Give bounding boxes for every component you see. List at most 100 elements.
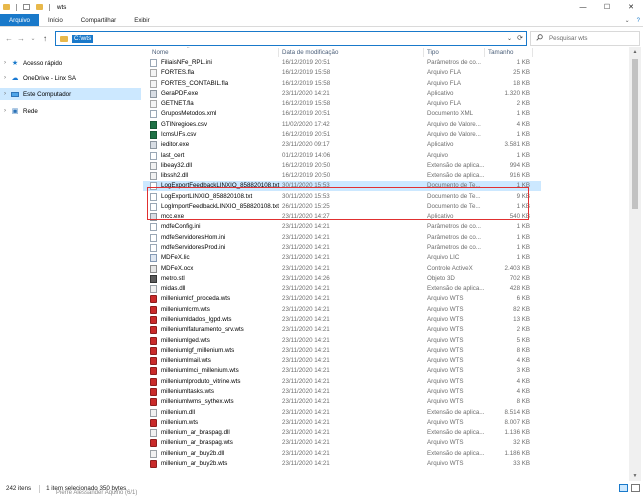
file-row[interactable]: metro.stl 23/11/2020 14:26 Objeto 3D 702 KB [143,274,541,284]
scroll-up-icon[interactable]: ▲ [629,47,641,57]
expand-ribbon-icon[interactable]: ⌄ [625,17,630,24]
nav-item-onedrive[interactable]: › ☁ OneDrive - Linx SA [0,72,141,84]
column-header-name[interactable]: Nome [152,49,169,56]
file-row[interactable]: libssh2.dll 16/12/2019 20:50 Extensão de a… [143,171,541,181]
file-row[interactable]: GeraPDF.exe 23/11/2020 14:21 Aplicativo 1.3… [143,89,541,99]
tab-compartilhar[interactable]: Compartilhar [72,14,125,26]
help-icon[interactable]: ? [637,18,640,24]
chevron-right-icon[interactable]: › [4,91,11,97]
file-row[interactable]: MDFeX.lic 23/11/2020 14:21 Arquivo LIC 1 KB [143,253,541,263]
file-date: 23/11/2020 14:27 [282,213,330,221]
nav-item-this-pc[interactable]: › Este Computador [0,88,141,100]
file-row[interactable]: millenium_ar_buy2b.wts 23/11/2020 14:21 Ar… [143,459,541,469]
vertical-scrollbar[interactable]: ▲ ▼ [629,47,641,481]
large-icons-view-icon[interactable] [631,484,640,492]
column-header-date[interactable]: Data de modificação [282,49,338,56]
folder-icon [3,4,10,10]
file-size: 1.320 KB [504,89,530,97]
column-header-size[interactable]: Tamanho [488,49,513,56]
file-row[interactable]: milleniumlwms_sythex.wts 23/11/2020 14:21… [143,397,541,407]
tab-exibir[interactable]: Exibir [125,14,158,26]
refresh-button[interactable]: ⟳ [517,34,523,42]
close-button[interactable]: ✕ [619,0,643,14]
scrollbar-thumb[interactable] [632,59,638,209]
file-row[interactable]: LogExportFeedbackLINXIO_858820108.txt 30/… [143,181,541,191]
separator [16,3,17,11]
column-divider[interactable] [484,48,485,57]
scroll-down-icon[interactable]: ▼ [629,471,641,481]
file-row[interactable]: milleniumlgf_millenium.wts 23/11/2020 14:… [143,346,541,356]
doc-file-icon [150,202,157,211]
file-row[interactable]: FORTES_CONTABIL.fla 16/12/2019 15:58 Arqui… [143,79,541,89]
wts-file-icon [150,367,157,376]
file-row[interactable]: milleniumlcf_proceda.wts 23/11/2020 14:21… [143,294,541,304]
file-type: Parâmetros de co... [427,244,481,252]
file-date: 23/11/2020 14:21 [282,285,330,293]
new-folder-icon[interactable] [36,4,43,10]
file-row[interactable]: mdfeServidoresHom.ini 23/11/2020 14:21 Par… [143,233,541,243]
nav-item-network[interactable]: › ▣ Rede [0,105,141,117]
address-bar[interactable]: C:\wts ⌄ ⟳ [55,31,527,46]
file-row[interactable]: millenium_ar_braspag.wts 23/11/2020 14:21… [143,438,541,448]
column-header-type[interactable]: Tipo [427,49,439,56]
nav-item-label: OneDrive - Linx SA [23,74,76,82]
file-row[interactable]: libeay32.dll 16/12/2019 20:50 Extensão de … [143,161,541,171]
file-row[interactable]: ieditor.exe 23/11/2020 09:17 Aplicativo 3.5… [143,140,541,150]
file-row[interactable]: milleniumldados_lgpd.wts 23/11/2020 14:21… [143,315,541,325]
file-row[interactable]: milleniumlged.wts 23/11/2020 14:21 Arquivo… [143,336,541,346]
file-row[interactable]: milleniumlmail.wts 23/11/2020 14:21 Arquiv… [143,356,541,366]
separator [49,3,50,11]
address-dropdown-button[interactable]: ⌄ [507,35,512,42]
tab-inicio[interactable]: Início [39,14,72,26]
file-row[interactable]: milleniumlproduto_vitrine.wts 23/11/2020 … [143,377,541,387]
file-row[interactable]: milleniumlmci_millenium.wts 23/11/2020 14… [143,366,541,376]
tab-arquivo[interactable]: Arquivo [0,14,39,26]
file-row[interactable]: milleniumlcrm.wts 23/11/2020 14:21 Arquivo… [143,305,541,315]
file-row[interactable]: GTINregioes.csv 11/02/2020 17:42 Arquivo d… [143,120,541,130]
file-type: Arquivo FLA [427,100,462,108]
column-divider[interactable] [532,48,533,57]
file-size: 82 KB [513,305,530,313]
file-row[interactable]: FiliaisNFe_RPL.ini 16/12/2019 20:51 Parâme… [143,58,541,68]
file-row[interactable]: LogImportFeedbackLINXIO_858820108.txt 26/… [143,202,541,212]
forward-button[interactable]: → [15,34,27,43]
file-row[interactable]: mcc.exe 23/11/2020 14:27 Aplicativo 540 KB [143,212,541,222]
file-row[interactable]: last_cert 01/12/2019 14:06 Arquivo 1 KB [143,151,541,161]
minimize-button[interactable]: — [571,0,595,14]
nav-item-quick-access[interactable]: › ★ Acesso rápido [0,57,141,69]
chevron-right-icon[interactable]: › [4,60,11,66]
column-divider[interactable] [278,48,279,57]
file-row[interactable]: GETNET.fla 16/12/2019 15:58 Arquivo FLA 2 K… [143,99,541,109]
file-row[interactable]: millenium.dll 23/11/2020 14:21 Extensão de… [143,408,541,418]
maximize-button[interactable]: ☐ [595,0,619,14]
file-type: Arquivo WTS [427,398,464,406]
properties-icon[interactable] [23,4,30,10]
file-row[interactable]: milleniumltasks.wts 23/11/2020 14:21 Arqui… [143,387,541,397]
file-row[interactable]: MDFeX.ocx 23/11/2020 14:21 Controle Active… [143,264,541,274]
back-button[interactable]: ← [3,34,15,43]
address-path[interactable]: C:\wts [72,34,94,43]
up-button[interactable]: ↑ [39,34,51,43]
file-type: Arquivo WTS [427,357,464,365]
recent-locations-button[interactable]: ⌄ [27,35,39,42]
file-row[interactable]: millenium_ar_buy2b.dll 23/11/2020 14:21 Ex… [143,449,541,459]
file-date: 16/12/2019 15:58 [282,100,331,108]
file-row[interactable]: milleniumlfaturamento_srv.wts 23/11/2020 … [143,325,541,335]
file-row[interactable]: mdfeConfig.ini 23/11/2020 14:21 Parâmetros… [143,222,541,232]
file-row[interactable]: IcmsUFs.csv 16/12/2019 20:51 Arquivo de Va… [143,130,541,140]
file-date: 23/11/2020 14:21 [282,223,330,231]
chevron-right-icon[interactable]: › [4,108,11,114]
file-row[interactable]: FORTES.fla 16/12/2019 15:58 Arquivo FLA 25 … [143,68,541,78]
file-row[interactable]: LogExportLINXIO_858820108.txt 30/11/2020 … [143,192,541,202]
file-row[interactable]: GruposMetodos.xml 16/12/2019 20:51 Documen… [143,109,541,119]
chevron-right-icon[interactable]: › [4,75,11,81]
file-row[interactable]: millenium.wts 23/11/2020 14:21 Arquivo WTS… [143,418,541,428]
column-divider[interactable] [423,48,424,57]
file-row[interactable]: mdfeServidoresProd.ini 23/11/2020 14:21 Pa… [143,243,541,253]
search-box[interactable]: Pesquisar wts [530,31,640,46]
file-row[interactable]: millenium_ar_braspag.dll 23/11/2020 14:21… [143,428,541,438]
ribbon-right-controls: ⌄ ? [625,14,640,27]
file-row[interactable]: midas.dll 23/11/2020 14:21 Extensão de apl… [143,284,541,294]
details-view-icon[interactable] [619,484,628,492]
column-headers: Nome ^ Data de modificação Tipo Tamanho [143,47,629,58]
